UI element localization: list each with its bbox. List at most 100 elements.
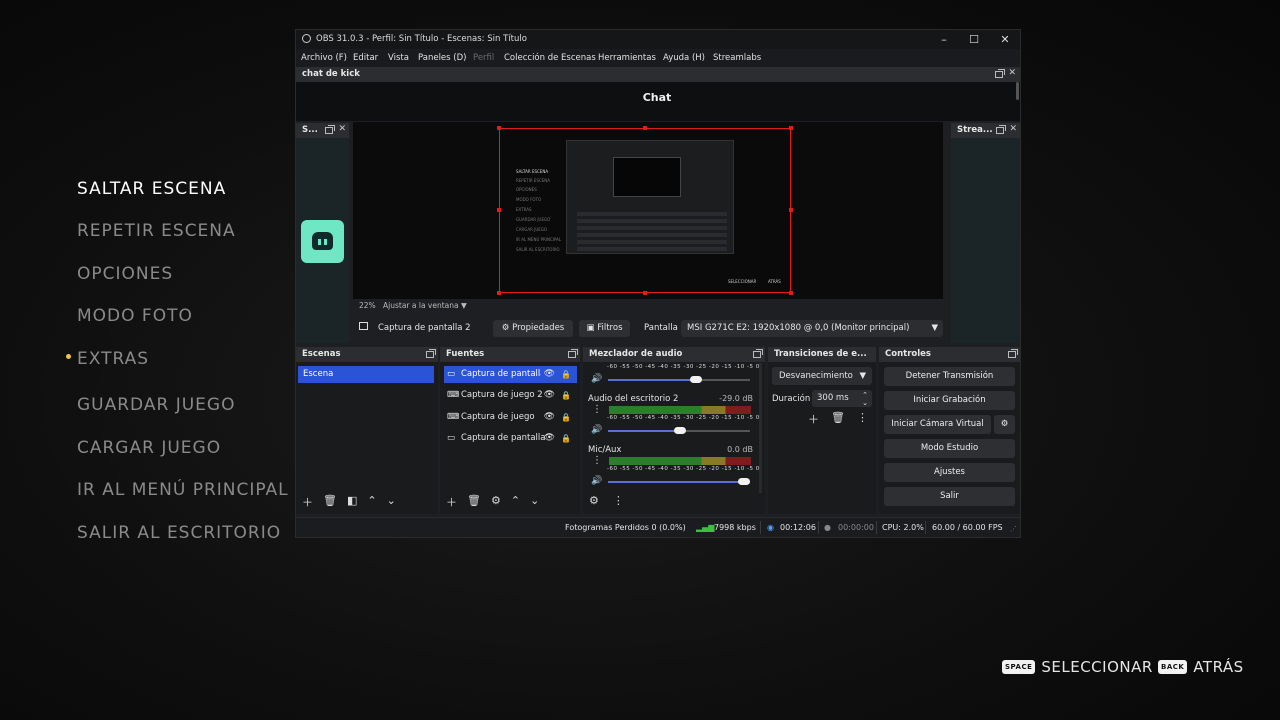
lock-icon[interactable]: 🔒	[561, 409, 571, 426]
menu-load-game[interactable]: CARGAR JUEGO	[77, 438, 221, 458]
studio-mode-button[interactable]: Modo Estudio	[884, 439, 1015, 458]
menu-exit-desktop[interactable]: SALIR AL ESCRITORIO	[77, 523, 281, 543]
chevron-down-icon[interactable]: ▼	[461, 301, 467, 310]
speaker-icon[interactable]: 🔊	[591, 476, 602, 486]
resize-handle[interactable]	[643, 291, 647, 295]
transition-select[interactable]: Desvanecimiento ▼	[772, 367, 872, 385]
float-icon[interactable]	[753, 349, 763, 358]
float-icon[interactable]	[996, 125, 1007, 134]
hint-back[interactable]: BACK ATRÁS	[1158, 658, 1244, 676]
duration-spinbox[interactable]: 300 ms ⌃ ⌄	[812, 390, 872, 407]
menu-view[interactable]: Vista	[388, 53, 409, 63]
resize-grip-icon[interactable]: ⋰	[1010, 525, 1017, 533]
resize-handle[interactable]	[497, 208, 501, 212]
filters-button[interactable]: ▣ Filtros	[579, 320, 630, 337]
resize-handle[interactable]	[497, 291, 501, 295]
menu-skip-scene[interactable]: SALTAR ESCENA	[77, 179, 226, 199]
menu-options[interactable]: OPCIONES	[77, 264, 173, 284]
chat-dock-header[interactable]: chat de kick ✕	[296, 67, 1020, 82]
source-item[interactable]: ⌨ Captura de juego 👁 🔒	[444, 409, 577, 426]
scene-item[interactable]: Escena	[298, 366, 434, 383]
float-icon[interactable]	[995, 69, 1006, 78]
transitions-header[interactable]: Transiciones de e...	[768, 347, 876, 362]
lock-icon[interactable]: 🔒	[561, 366, 571, 383]
menu-docks[interactable]: Paneles (D)	[418, 53, 466, 63]
menu-profile[interactable]: Perfil	[473, 53, 494, 63]
volume-slider-knob[interactable]	[738, 478, 750, 485]
menu-file[interactable]: Archivo (F)	[301, 53, 347, 63]
screen-select[interactable]: MSI G271C E2: 1920x1080 @ 0,0 (Monitor p…	[681, 320, 943, 337]
scenes-header[interactable]: Escenas	[296, 347, 438, 362]
start-virtual-camera-button[interactable]: Iniciar Cámara Virtual	[884, 415, 991, 434]
trash-icon[interactable]: 🗑	[831, 411, 845, 427]
lock-icon[interactable]: 🔒	[561, 430, 571, 447]
eye-icon[interactable]: 👁	[544, 430, 555, 447]
left-dock-header[interactable]: S... ✕	[296, 123, 349, 138]
trash-icon[interactable]: 🗑	[323, 494, 337, 510]
up-arrow-icon[interactable]: ⌃	[511, 494, 520, 510]
resize-handle[interactable]	[643, 126, 647, 130]
volume-slider-knob[interactable]	[690, 376, 703, 383]
float-icon[interactable]	[568, 349, 578, 358]
menu-save-game[interactable]: GUARDAR JUEGO	[77, 395, 235, 415]
source-item[interactable]: ▭ Captura de pantalla 2 👁 🔒	[444, 366, 577, 383]
float-icon[interactable]	[426, 349, 436, 358]
add-icon[interactable]: ＋	[446, 494, 457, 510]
more-options-icon[interactable]: ⋮	[613, 494, 624, 507]
controls-header[interactable]: Controles	[879, 347, 1020, 362]
start-recording-button[interactable]: Iniciar Grabación	[884, 391, 1015, 410]
add-icon[interactable]: ＋	[808, 411, 819, 427]
mixer-scrollbar[interactable]	[759, 363, 762, 493]
eye-icon[interactable]: 👁	[544, 409, 555, 426]
menu-scene-collection[interactable]: Colección de Escenas	[504, 53, 596, 63]
menu-extras[interactable]: EXTRAS	[66, 349, 149, 369]
menu-photo-mode[interactable]: MODO FOTO	[77, 306, 193, 326]
source-item[interactable]: ▭ Captura de pantalla 👁 🔒	[444, 430, 577, 447]
speaker-icon[interactable]: 🔊	[591, 425, 602, 435]
float-icon[interactable]	[325, 125, 336, 134]
source-item[interactable]: ⌨ Captura de juego 2 👁 🔒	[444, 387, 577, 404]
volume-slider[interactable]	[608, 379, 750, 381]
close-icon[interactable]: ✕	[1009, 124, 1017, 134]
more-options-icon[interactable]: ⋮	[592, 404, 602, 415]
gear-icon[interactable]: ⚙	[491, 494, 501, 510]
preview-source-frame[interactable]: SALTAR ESCENA REPETIR ESCENA OPCIONES MO…	[499, 128, 791, 293]
add-icon[interactable]: ＋	[302, 494, 313, 510]
resize-handle[interactable]	[789, 291, 793, 295]
resize-handle[interactable]	[789, 208, 793, 212]
mixer-settings-icon[interactable]: ⚙	[589, 494, 599, 507]
right-dock-header[interactable]: Strea... ✕	[951, 123, 1020, 138]
sources-header[interactable]: Fuentes	[440, 347, 580, 362]
menu-main-menu[interactable]: IR AL MENÚ PRINCIPAL	[77, 480, 289, 500]
speaker-icon[interactable]: 🔊	[591, 374, 602, 384]
maximize-icon[interactable]: ☐	[964, 32, 984, 47]
fit-to-window-dropdown[interactable]: Ajustar a la ventana	[383, 301, 459, 310]
mixer-header[interactable]: Mezclador de audio	[583, 347, 765, 362]
chat-scrollbar[interactable]	[1016, 82, 1019, 100]
close-icon[interactable]: ✕	[1008, 68, 1016, 78]
menu-edit[interactable]: Editar	[353, 53, 378, 63]
exit-button[interactable]: Salir	[884, 487, 1015, 506]
menu-tools[interactable]: Herramientas	[598, 53, 656, 63]
virtual-camera-settings-button[interactable]: ⚙	[994, 415, 1015, 434]
filter-icon[interactable]: ◧	[347, 494, 357, 510]
close-icon[interactable]: ✕	[995, 32, 1015, 47]
spin-down-icon[interactable]: ⌄	[862, 395, 868, 412]
obs-titlebar[interactable]: OBS 31.0.3 - Perfil: Sin Título - Escena…	[296, 30, 1020, 49]
stop-streaming-button[interactable]: Detener Transmisión	[884, 367, 1015, 386]
settings-button[interactable]: Ajustes	[884, 463, 1015, 482]
close-icon[interactable]: ✕	[338, 124, 346, 134]
volume-slider[interactable]	[608, 481, 750, 483]
eye-icon[interactable]: 👁	[544, 387, 555, 404]
float-icon[interactable]	[1008, 349, 1018, 358]
down-arrow-icon[interactable]: ⌄	[387, 494, 396, 510]
resize-handle[interactable]	[789, 126, 793, 130]
trash-icon[interactable]: 🗑	[467, 494, 481, 510]
up-arrow-icon[interactable]: ⌃	[367, 494, 376, 510]
resize-handle[interactable]	[497, 126, 501, 130]
down-arrow-icon[interactable]: ⌄	[530, 494, 539, 510]
properties-button[interactable]: ⚙ Propiedades	[493, 320, 573, 337]
hint-select[interactable]: SPACE SELECCIONAR	[1002, 658, 1153, 676]
lock-icon[interactable]: 🔒	[561, 387, 571, 404]
menu-help[interactable]: Ayuda (H)	[663, 53, 705, 63]
